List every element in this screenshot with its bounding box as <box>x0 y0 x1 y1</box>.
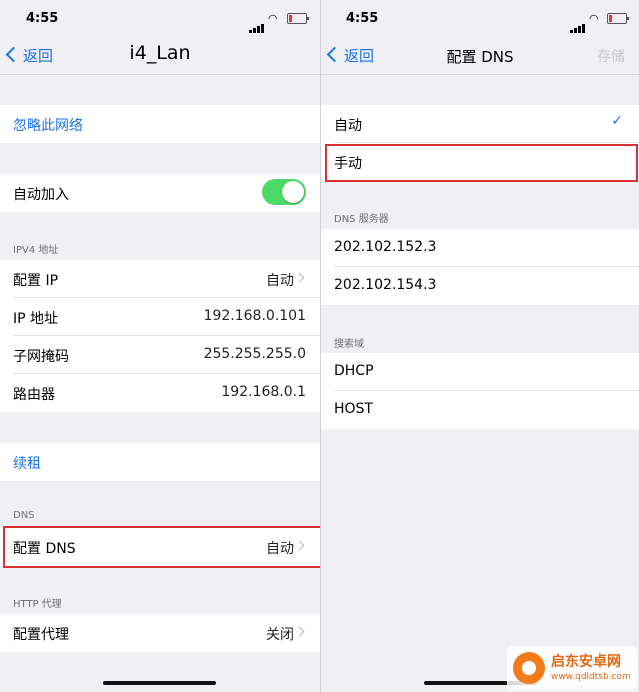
configure-ip-value: 自动 <box>266 273 294 289</box>
cellular-signal-icon <box>249 14 265 33</box>
dns-server-value: 202.102.152.3 <box>334 239 437 255</box>
status-bar: 4:55 ◠ <box>321 0 639 36</box>
auto-join-toggle[interactable] <box>262 179 306 205</box>
navigation-bar: 返回 配置 DNS 存储 <box>321 36 639 75</box>
search-domain-value: HOST <box>334 401 373 417</box>
status-time: 4:55 <box>26 11 59 26</box>
dns-server-value: 202.102.154.3 <box>334 277 437 293</box>
forget-network-button[interactable]: 忽略此网络 <box>0 105 320 143</box>
configure-proxy-row[interactable]: 配置代理 关闭 <box>0 614 320 652</box>
automatic-label: 自动 <box>334 118 362 134</box>
screenshot-composite: 4:55 ◠ 返回 i4_Lan 忽略此网络 自动加入 IPV4 地址 配置 I… <box>0 0 639 692</box>
watermark-url: www.qdldtsb.com <box>551 672 631 682</box>
search-domain-row[interactable]: DHCP <box>321 353 639 391</box>
renew-lease-button[interactable]: 续租 <box>0 443 320 481</box>
highlight-box <box>3 526 320 568</box>
subnet-mask-value: 255.255.255.0 <box>203 346 306 362</box>
battery-icon <box>287 13 309 24</box>
configure-dns-screen: 4:55 ◠ 返回 配置 DNS 存储 自动 ✓ 手动 DNS 服务器 202.… <box>321 0 639 692</box>
save-button[interactable]: 存储 <box>597 46 625 66</box>
configure-proxy-label: 配置代理 <box>13 627 69 643</box>
chevron-right-icon <box>294 272 305 283</box>
checkmark-icon: ✓ <box>611 113 623 129</box>
search-domains-header: 搜索域 <box>334 339 364 350</box>
watermark-title: 启东安卓网 <box>551 654 621 670</box>
status-bar: 4:55 ◠ <box>0 0 320 36</box>
configure-ip-row[interactable]: 配置 IP 自动 <box>0 260 320 298</box>
page-title: 配置 DNS <box>446 48 514 66</box>
wifi-icon: ◠ <box>589 12 599 25</box>
http-proxy-section-header: HTTP 代理 <box>13 599 62 610</box>
router-label: 路由器 <box>13 387 55 403</box>
configure-proxy-value: 关闭 <box>266 627 294 643</box>
dns-automatic-option[interactable]: 自动 ✓ <box>321 105 639 143</box>
wifi-detail-screen: 4:55 ◠ 返回 i4_Lan 忽略此网络 自动加入 IPV4 地址 配置 I… <box>0 0 320 692</box>
ip-address-label: IP 地址 <box>13 311 59 327</box>
ip-address-row: IP 地址 192.168.0.101 <box>0 298 320 336</box>
subnet-mask-label: 子网掩码 <box>13 349 69 365</box>
search-domain-value: DHCP <box>334 363 374 379</box>
chevron-right-icon <box>294 626 305 637</box>
watermark-logo-icon <box>513 652 545 684</box>
status-time: 4:55 <box>346 11 379 26</box>
page-title: i4_Lan <box>129 42 191 64</box>
home-indicator[interactable] <box>103 681 216 685</box>
forget-network-label: 忽略此网络 <box>13 118 83 134</box>
dns-server-row[interactable]: 202.102.152.3 <box>321 229 639 267</box>
ip-address-value: 192.168.0.101 <box>203 308 306 324</box>
ipv4-section-header: IPV4 地址 <box>13 245 59 256</box>
subnet-mask-row: 子网掩码 255.255.255.0 <box>0 336 320 374</box>
cellular-signal-icon <box>570 14 586 33</box>
dns-servers-header: DNS 服务器 <box>334 214 389 225</box>
highlight-box <box>325 144 638 182</box>
router-value: 192.168.0.1 <box>221 384 306 400</box>
watermark: 启东安卓网 www.qdldtsb.com <box>507 646 637 690</box>
renew-lease-label: 续租 <box>13 456 41 472</box>
dns-server-row[interactable]: 202.102.154.3 <box>321 267 639 305</box>
configure-ip-label: 配置 IP <box>13 273 59 289</box>
auto-join-label: 自动加入 <box>13 187 69 203</box>
auto-join-row: 自动加入 <box>0 174 320 212</box>
router-row: 路由器 192.168.0.1 <box>0 374 320 412</box>
wifi-icon: ◠ <box>268 12 278 25</box>
battery-icon <box>607 13 629 24</box>
dns-section-header: DNS <box>13 510 35 521</box>
search-domain-row[interactable]: HOST <box>321 391 639 429</box>
navigation-bar: 返回 i4_Lan <box>0 36 320 75</box>
